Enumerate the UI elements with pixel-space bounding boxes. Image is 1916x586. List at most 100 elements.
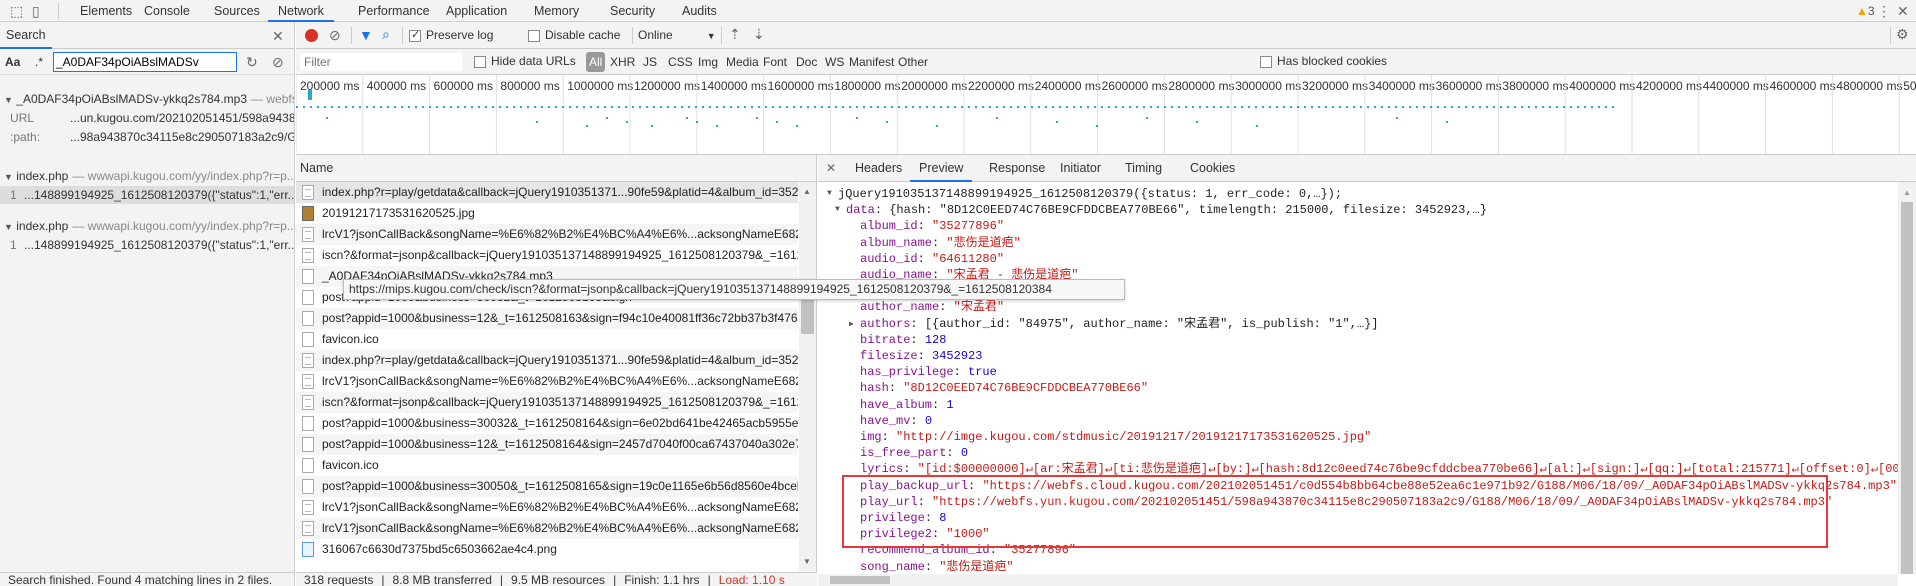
scroll-up-icon[interactable]: ▲ [803,187,811,196]
record-button[interactable] [305,29,318,42]
scroll-up-icon[interactable]: ▲ [1903,188,1911,197]
property-value: "悲伤是道疤" [939,559,1014,574]
more-menu-icon[interactable]: ⋮ [1877,4,1891,18]
tab-audits[interactable]: Audits [672,0,727,22]
filter-type-manifest[interactable]: Manifest [849,54,894,70]
request-row[interactable]: index.php?r=play/getdata&callback=jQuery… [296,182,798,203]
filter-icon[interactable]: ▼ [359,28,373,42]
tab-cookies[interactable]: Cookies [1181,155,1244,182]
gear-icon[interactable]: ⚙ [1896,27,1909,41]
request-row[interactable]: 20191217173531620525.jpg [296,203,798,224]
request-count: 318 requests [304,573,374,586]
close-details-icon[interactable]: ✕ [826,161,836,175]
search-icon[interactable]: ⌕ [382,27,390,41]
refresh-icon[interactable]: ↻ [246,55,258,69]
hide-data-urls-checkbox[interactable]: Hide data URLs [474,54,576,68]
filter-type-ws[interactable]: WS [825,54,844,70]
tab-initiator[interactable]: Initiator [1051,155,1110,182]
throttling-select[interactable]: Online ▼ [638,28,716,42]
clear-search-icon[interactable]: ⊘ [272,55,284,69]
disable-cache-checkbox[interactable]: Disable cache [528,28,620,42]
filter-type-xhr[interactable]: XHR [610,54,635,70]
timeline-request-mark [611,106,613,108]
import-har-icon[interactable]: ⇡ [729,27,741,41]
has-blocked-cookies-checkbox[interactable]: Has blocked cookies [1260,54,1387,68]
search-result-line[interactable]: 1 ...148899194925_1612508120379({"status"… [0,236,294,254]
request-row[interactable]: iscn?&format=jsonp&callback=jQuery191035… [296,392,798,413]
request-row[interactable]: lrcV1?jsonCallBack&songName=%E6%82%B2%E4… [296,497,798,518]
timeline-request-mark [1073,106,1075,108]
tab-security[interactable]: Security [600,0,665,22]
expand-arrow-icon[interactable]: ▶ [849,319,854,329]
tab-headers[interactable]: Headers [846,155,911,182]
close-devtools-icon[interactable]: ✕ [1897,4,1909,18]
request-row[interactable]: favicon.ico [296,455,798,476]
request-row[interactable]: post?appid=1000&business=12&_t=161250816… [296,434,798,455]
tab-network[interactable]: Network [268,0,334,22]
match-case-button[interactable]: Aa [5,55,20,69]
search-result-file[interactable]: ▼ index.php — wwwapi.kugou.com/yy/index.p… [0,167,294,185]
filter-type-img[interactable]: Img [698,54,718,70]
request-list-scrollbar[interactable]: ▲ ▼ [799,182,816,572]
tab-elements[interactable]: Elements [70,0,142,22]
device-toolbar-icon[interactable]: ▯ [32,4,40,18]
filter-type-media[interactable]: Media [726,54,759,70]
request-row[interactable]: lrcV1?jsonCallBack&songName=%E6%82%B2%E4… [296,224,798,245]
search-result-line[interactable]: URL ...un.kugou.com/202102051451/598a9438… [0,109,294,127]
timeline-request-mark [527,106,529,108]
filter-type-css[interactable]: CSS [668,54,693,70]
search-result-line[interactable]: :path: ...98a943870c34115e8c290507183a2c9… [0,128,294,146]
filter-input[interactable] [300,53,462,71]
clear-icon[interactable]: ⊘ [329,28,341,42]
scrollbar-thumb[interactable] [801,300,814,334]
scroll-down-icon[interactable]: ▼ [803,557,811,566]
collapse-arrow-icon[interactable]: ▼ [827,189,832,198]
timeline-request-mark [450,106,452,108]
filter-type-js[interactable]: JS [643,54,657,70]
request-row[interactable]: post?appid=1000&business=30032&_t=161250… [296,413,798,434]
collapse-arrow-icon[interactable]: ▼ [835,205,840,214]
request-name: lrcV1?jsonCallBack&songName=%E6%82%B2%E4… [322,500,798,514]
tab-application[interactable]: Application [436,0,517,22]
filter-type-all[interactable]: All [586,52,606,72]
request-row[interactable]: 316067c6630d7375bd5c6503662ae4c4.png [296,539,798,560]
preview-hscrollbar[interactable] [818,574,1898,586]
tab-response[interactable]: Response [980,155,1054,182]
preview-scrollbar[interactable]: ▲ [1898,182,1916,574]
hscrollbar-thumb[interactable] [830,576,890,584]
filter-type-font[interactable]: Font [763,54,787,70]
timeline-overview[interactable]: 200000 ms 400000 ms 600000 ms 800000 ms 1000… [296,75,1916,155]
tab-preview[interactable]: Preview [910,155,973,182]
preview-line[interactable]: authors: [{author_id: "84975", author_na… [860,316,1379,332]
timeline-request-mark [796,125,798,127]
request-row[interactable]: lrcV1?jsonCallBack&songName=%E6%82%B2%E4… [296,371,798,392]
tab-console[interactable]: Console [134,0,200,22]
filter-type-other[interactable]: Other [898,54,928,70]
tab-memory[interactable]: Memory [524,0,589,22]
inspect-element-icon[interactable]: ⬚ [10,4,23,18]
regex-button[interactable]: .* [35,55,43,69]
filter-type-doc[interactable]: Doc [796,54,817,70]
tab-performance[interactable]: Performance [348,0,440,22]
preview-line[interactable]: jQuery191035137148899194925_161250812037… [838,186,1342,202]
request-row[interactable]: post?appid=1000&business=12&_t=161250816… [296,308,798,329]
request-row[interactable]: post?appid=1000&business=30050&_t=161250… [296,476,798,497]
warning-icon[interactable]: ▲3 [1856,4,1875,18]
export-har-icon[interactable]: ⇣ [753,27,765,41]
preserve-log-checkbox[interactable]: Preserve log [409,28,493,42]
search-result-line[interactable]: 1 ...148899194925_1612508120379({"status"… [0,186,294,204]
request-row[interactable]: index.php?r=play/getdata&callback=jQuery… [296,350,798,371]
search-result-file[interactable]: ▼ index.php — wwwapi.kugou.com/yy/index.p… [0,217,294,235]
search-input[interactable] [53,52,237,72]
search-result-file[interactable]: ▼ _A0DAF34pOiABslMADSv-ykkq2s784.mp3— we… [0,90,294,108]
search-tab[interactable]: Search [0,22,52,49]
preview-line[interactable]: data: {hash: "8D12C0EED74C76BE9CFDDCBEA7… [846,202,1487,218]
request-row[interactable]: iscn?&format=jsonp&callback=jQuery191035… [296,245,798,266]
tab-sources[interactable]: Sources [204,0,270,22]
close-search-icon[interactable]: ✕ [272,29,284,43]
request-row[interactable]: favicon.ico [296,329,798,350]
scrollbar-thumb[interactable] [1901,202,1913,574]
name-column-header[interactable]: Name [296,155,816,182]
tab-timing[interactable]: Timing [1116,155,1171,182]
request-row[interactable]: lrcV1?jsonCallBack&songName=%E6%82%B2%E4… [296,518,798,539]
